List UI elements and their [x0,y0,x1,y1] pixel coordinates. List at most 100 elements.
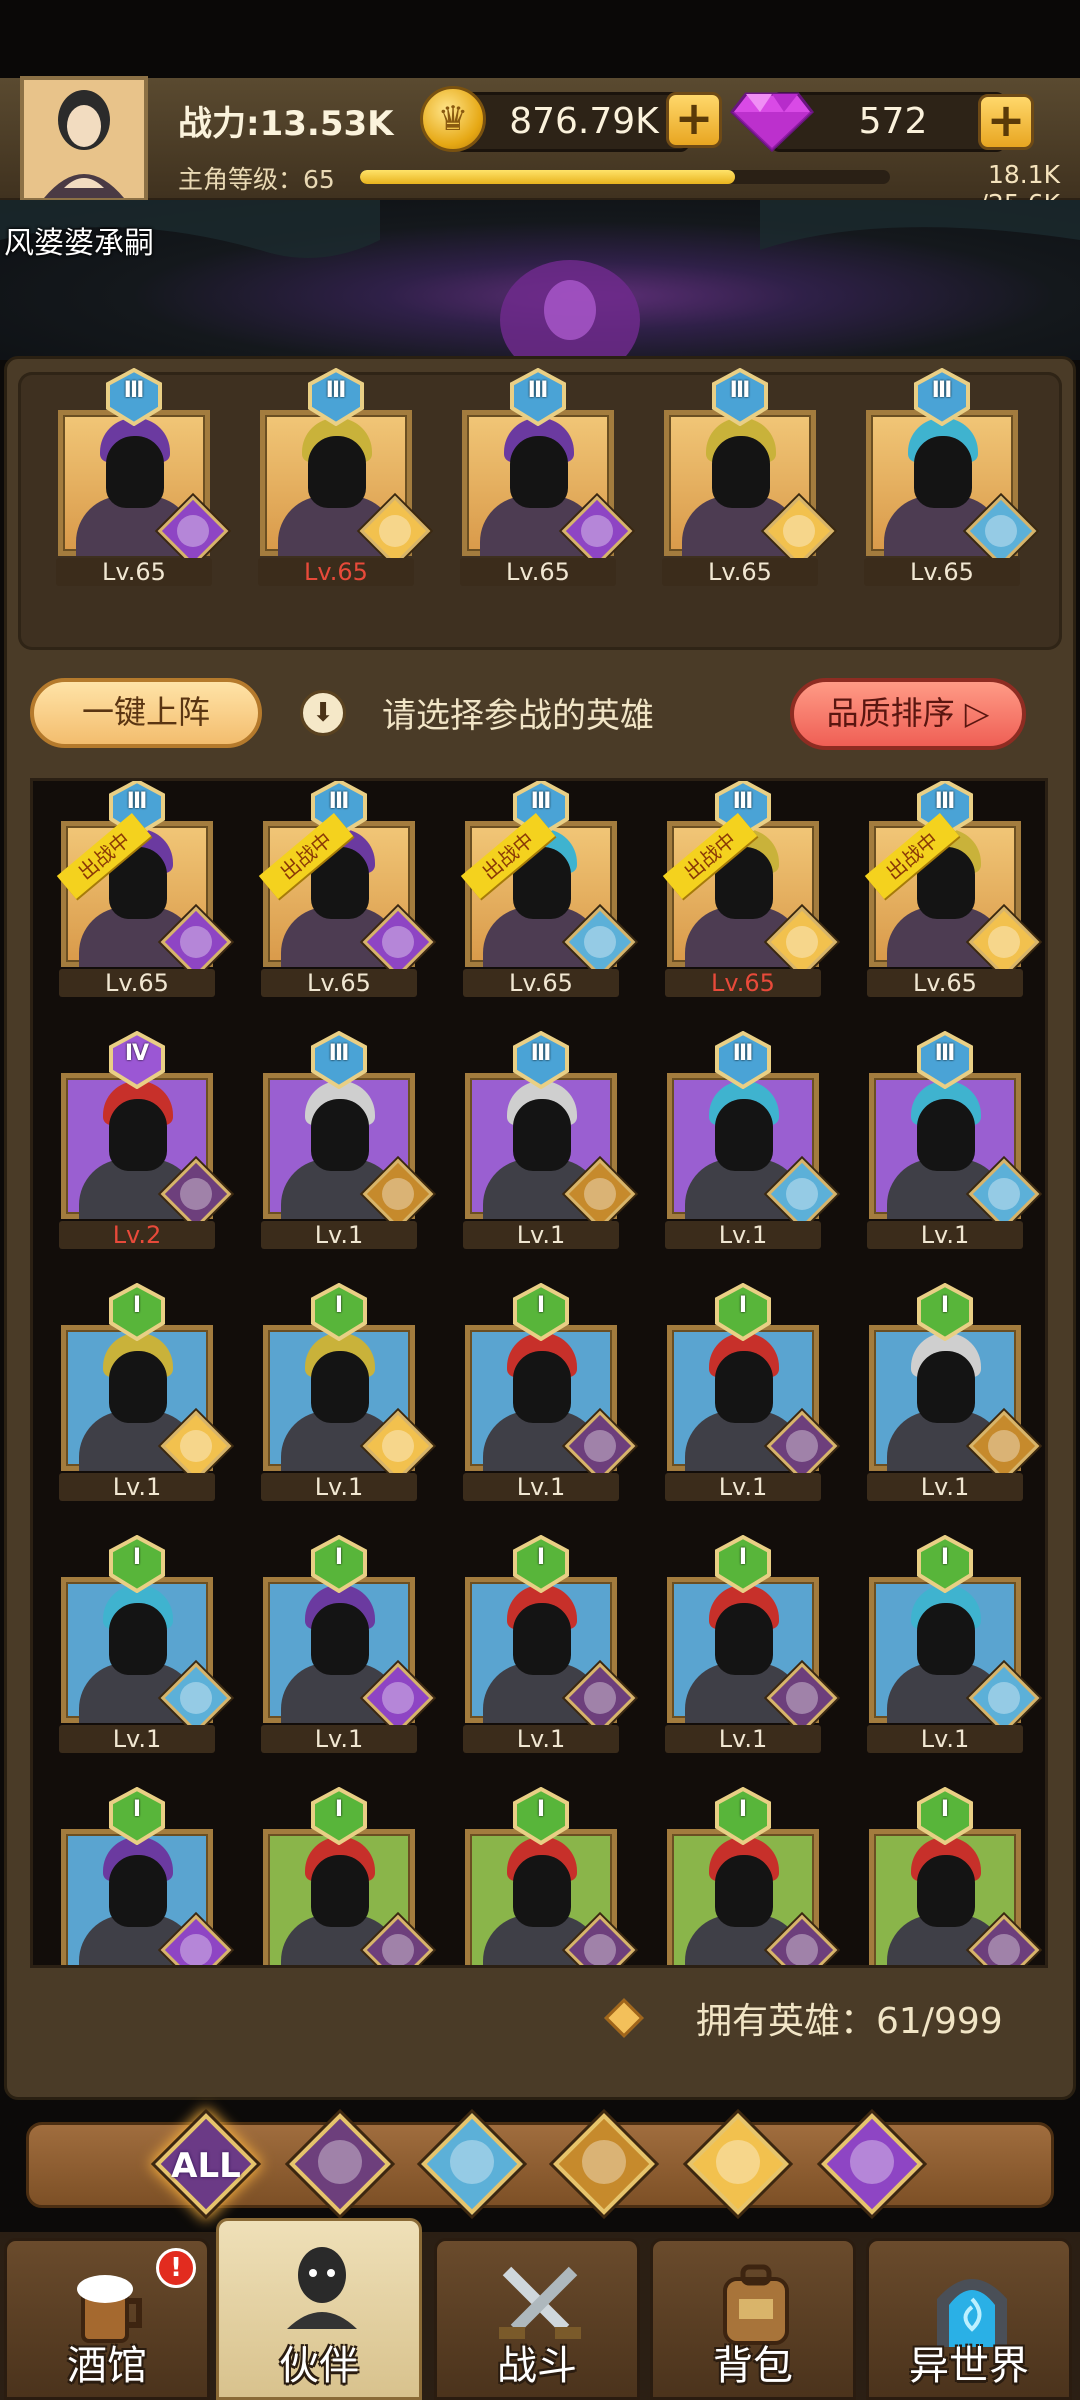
roster-hero-card[interactable]: Ⅲ Lv.65 出战中 [457,781,636,997]
gold-counter: 876.79K [454,92,690,152]
nav-label: 背包 [713,2343,793,2389]
hero-banner [0,200,1080,360]
roster-hero-card[interactable]: Ⅲ Lv.65 出战中 [861,781,1040,997]
roster-hero-card[interactable]: Ⅰ Lv.1 [659,1535,838,1753]
hero-level: Lv.1 [665,1221,821,1249]
roster-hero-card[interactable]: Ⅰ [659,1787,838,1965]
hero-rank-label: Ⅲ [732,1041,754,1066]
filter-demon-button[interactable] [820,2112,924,2216]
gold-amount: 876.79K [509,101,659,142]
hero-level: Lv.1 [867,1725,1023,1753]
roster-hero-card[interactable]: Ⅳ Lv.2 [53,1031,232,1249]
gold-coin-icon: ♛ [420,86,486,152]
hero-rank-label: Ⅰ [132,1797,142,1822]
hero-level: Lv.1 [463,1473,619,1501]
hero-level: Lv.65 [665,969,821,997]
team-hero-card[interactable]: Ⅲ Lv.65 [858,368,1037,586]
team-hero-card[interactable]: Ⅲ Lv.65 [454,368,633,586]
roster-hero-card[interactable]: Ⅲ Lv.65 出战中 [53,781,232,997]
filter-knight-button[interactable] [288,2112,392,2216]
nav-partner-tab[interactable]: 伙伴 [216,2218,422,2400]
sort-by-quality-button[interactable]: 品质排序 ▷ [790,678,1026,750]
player-avatar[interactable] [20,76,148,202]
roster-hero-card[interactable]: Ⅲ Lv.1 [457,1031,636,1249]
filter-all-label: ALL [171,2146,241,2186]
roster-hero-card[interactable]: Ⅲ Lv.65 出战中 [255,781,434,997]
hero-level: Lv.65 [463,969,619,997]
hero-rank-label: Ⅰ [132,1545,142,1570]
hero-level: Lv.1 [59,1725,215,1753]
hero-level: Lv.65 [662,558,818,586]
auto-deploy-button[interactable]: 一键上阵 [30,678,262,748]
hero-level: Lv.65 [59,969,215,997]
hero-rank-label: Ⅰ [940,1545,950,1570]
nav-label: 伙伴 [279,2343,359,2389]
team-hero-card[interactable]: Ⅲ Lv.65 [656,368,835,586]
filter-all-button[interactable]: ALL [154,2112,258,2216]
hero-rank-label: Ⅰ [738,1797,748,1822]
hero-level: Lv.1 [261,1473,417,1501]
filter-beast-button[interactable] [420,2112,524,2216]
roster-hero-card[interactable]: Ⅰ Lv.1 [53,1535,232,1753]
hero-level: Lv.65 [460,558,616,586]
hero-rank-label: Ⅲ [934,1041,956,1066]
nav-backpack-tab[interactable]: 背包 [650,2238,856,2400]
add-gems-button[interactable]: + [978,94,1034,150]
roster-hero-card[interactable]: Ⅰ [861,1787,1040,1965]
roster-hero-card[interactable]: Ⅰ [457,1787,636,1965]
hero-rank-label: Ⅰ [536,1545,546,1570]
gem-icon [730,92,814,152]
arrow-down-icon: ⬇ [300,690,346,736]
hero-level: Lv.65 [261,969,417,997]
hero-rank-label: Ⅰ [334,1797,344,1822]
roster-hero-card[interactable]: Ⅰ Lv.1 [53,1283,232,1501]
hero-level: Lv.65 [867,969,1023,997]
roster-hero-card[interactable]: Ⅰ Lv.1 [255,1283,434,1501]
roster-hero-card[interactable]: Ⅲ Lv.1 [255,1031,434,1249]
roster-hero-card[interactable]: Ⅲ Lv.65 出战中 [659,781,838,997]
hero-rank-label: Ⅲ [729,378,751,403]
hero-rank-label: Ⅲ [123,378,145,403]
status-bar-area [0,0,1080,80]
roster-hero-card[interactable]: Ⅰ [53,1787,232,1965]
add-gold-button[interactable]: + [666,92,722,148]
hero-roster-list[interactable]: Ⅲ Lv.65 出战中 Ⅲ Lv.65 出战中 Ⅲ Lv.65 出战中 Ⅲ Lv.65 出战中 Ⅲ Lv.… [30,778,1048,1968]
hero-level: Lv.1 [867,1221,1023,1249]
nav-battle-tab[interactable]: 战斗 [434,2238,640,2400]
roster-hero-card[interactable]: Ⅲ Lv.1 [861,1031,1040,1249]
hero-level: Lv.1 [261,1725,417,1753]
roster-hero-card[interactable]: Ⅰ [255,1787,434,1965]
filter-lion-button[interactable] [552,2112,656,2216]
hero-rank-label: Ⅰ [334,1545,344,1570]
hero-level: Lv.1 [59,1473,215,1501]
team-hero-card[interactable]: Ⅲ Lv.65 [50,368,229,586]
hero-rank-label: Ⅰ [334,1293,344,1318]
nav-label: 异世界 [909,2343,1029,2389]
roster-hero-card[interactable]: Ⅰ Lv.1 [457,1283,636,1501]
select-hero-hint: 请选择参战的英雄 [382,696,654,736]
sort-button-label: 品质排序 [826,694,955,732]
roster-hero-card[interactable]: Ⅰ Lv.1 [659,1283,838,1501]
roster-hero-card[interactable]: Ⅲ Lv.1 [659,1031,838,1249]
hero-rank-label: Ⅰ [132,1293,142,1318]
roster-hero-card[interactable]: Ⅰ Lv.1 [457,1535,636,1753]
hero-level: Lv.1 [463,1725,619,1753]
hero-rank-label: Ⅲ [328,1041,350,1066]
team-hero-card[interactable]: Ⅲ Lv.65 [252,368,431,586]
filter-elf-button[interactable] [686,2112,790,2216]
hero-rank-label: Ⅰ [536,1293,546,1318]
hero-level: Lv.65 [864,558,1020,586]
roster-hero-card[interactable]: Ⅰ Lv.1 [861,1535,1040,1753]
xp-progress-fill [360,170,735,184]
owned-heroes-count: 拥有英雄：61/999 [696,2001,1003,2042]
roster-hero-card[interactable]: Ⅰ Lv.1 [255,1535,434,1753]
hero-rank-label: Ⅲ [325,378,347,403]
nav-label: 战斗 [497,2343,577,2389]
hero-rank-label: Ⅲ [527,378,549,403]
nav-portal-tab[interactable]: 异世界 [866,2238,1072,2400]
hero-level: Lv.1 [463,1221,619,1249]
hero-rank-label: Ⅳ [124,1041,150,1066]
hero-level: Lv.65 [56,558,212,586]
hero-rank-label: Ⅲ [530,1041,552,1066]
roster-hero-card[interactable]: Ⅰ Lv.1 [861,1283,1040,1501]
